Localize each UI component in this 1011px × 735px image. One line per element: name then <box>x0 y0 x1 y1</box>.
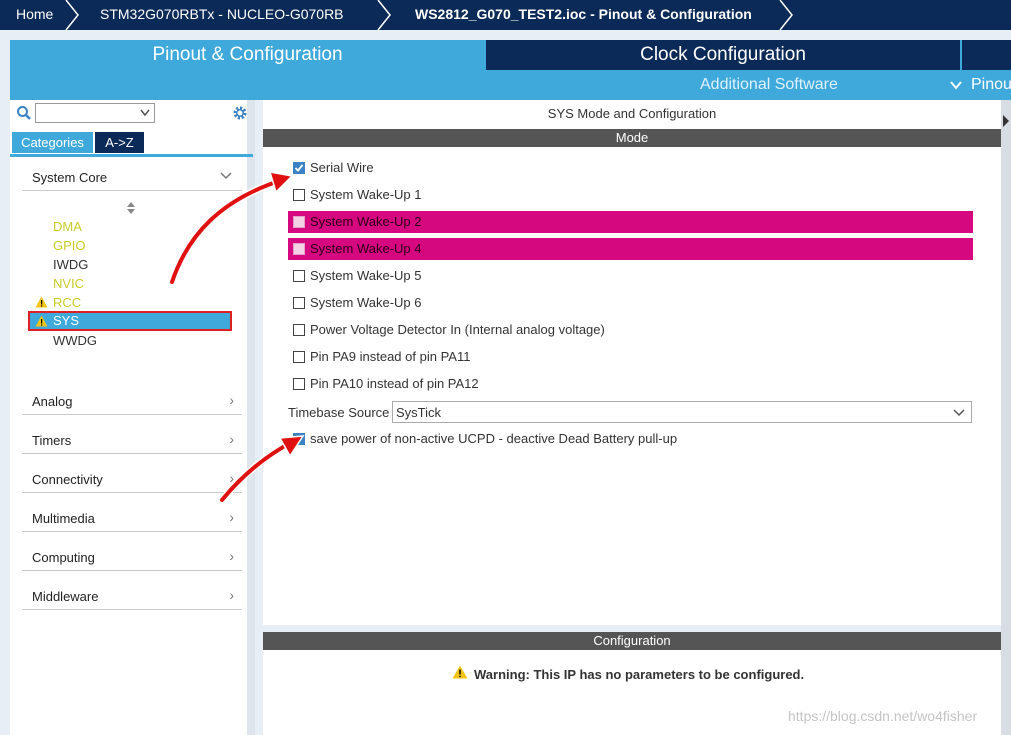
chevron-down-icon <box>220 172 232 180</box>
group-system-core[interactable]: System Core <box>22 166 242 191</box>
checkbox[interactable] <box>293 216 305 228</box>
option-label: System Wake-Up 1 <box>310 187 422 202</box>
sub-tab-bar: Additional Software Pinou <box>10 70 1011 100</box>
mode-header: Mode <box>263 129 1001 147</box>
check-icon <box>294 164 304 172</box>
warning-icon <box>35 315 48 327</box>
group-computing[interactable]: Computing › <box>22 546 242 571</box>
breadcrumb: Home STM32G070RBTx - NUCLEO-G070RB WS281… <box>0 0 1011 30</box>
breadcrumb-separator-icon <box>779 0 793 30</box>
group-connectivity[interactable]: Connectivity › <box>22 468 242 493</box>
breadcrumb-separator-icon <box>65 0 79 30</box>
group-label: Analog <box>32 394 73 409</box>
group-analog[interactable]: Analog › <box>22 390 242 415</box>
group-label: System Core <box>32 170 108 185</box>
chevron-right-icon: › <box>229 470 234 486</box>
ip-iwdg[interactable]: IWDG <box>53 257 88 272</box>
chevron-right-icon: › <box>229 548 234 564</box>
option-label: Power Voltage Detector In (Internal anal… <box>310 322 605 337</box>
group-label: Middleware <box>32 589 99 604</box>
group-timers[interactable]: Timers › <box>22 429 242 454</box>
checkbox[interactable] <box>293 297 305 309</box>
checkbox-checked[interactable] <box>293 162 305 174</box>
chevron-down-icon[interactable] <box>140 109 150 117</box>
option-label: Pin PA10 instead of pin PA12 <box>310 376 479 391</box>
tab-clock-configuration[interactable]: Clock Configuration <box>486 40 960 70</box>
chevron-right-icon: › <box>229 431 234 447</box>
additional-software-menu[interactable]: Additional Software <box>700 70 838 100</box>
category-panel: Categories A->Z System Core DMA GPIO IWD… <box>10 100 255 735</box>
warning-text: Warning: This IP has no parameters to be… <box>474 667 805 682</box>
chevron-right-icon: › <box>229 392 234 408</box>
category-tabs: Categories A->Z <box>10 132 253 157</box>
ip-gpio[interactable]: GPIO <box>53 238 86 253</box>
ip-dma[interactable]: DMA <box>53 219 82 234</box>
chevron-right-icon: › <box>229 587 234 603</box>
option-label: Pin PA9 instead of pin PA11 <box>310 349 471 364</box>
warning-icon <box>452 665 468 679</box>
timebase-source-select[interactable]: SysTick <box>392 401 972 423</box>
sys-config-panel: SYS Mode and Configuration Mode Serial W… <box>263 100 1001 625</box>
option-wakeup-4[interactable]: System Wake-Up 4 <box>288 238 973 260</box>
option-label: System Wake-Up 5 <box>310 268 422 283</box>
checkbox[interactable] <box>293 324 305 336</box>
tab-categories[interactable]: Categories <box>12 132 93 153</box>
watermark: https://blog.csdn.net/wo4fisher <box>788 708 978 724</box>
ip-sys: SYS <box>53 313 80 328</box>
panel-title: SYS Mode and Configuration <box>547 106 717 121</box>
checkbox[interactable] <box>293 378 305 390</box>
group-label: Connectivity <box>32 472 103 487</box>
option-label: save power of non-active UCPD - deactive… <box>310 431 678 446</box>
timebase-source-label: Timebase Source <box>288 405 390 420</box>
ip-wwdg[interactable]: WWDG <box>53 333 97 348</box>
group-label: Timers <box>32 433 72 448</box>
ip-rcc[interactable]: RCC <box>53 295 81 310</box>
gear-icon[interactable] <box>231 104 249 122</box>
group-label: Computing <box>32 550 95 565</box>
configuration-header: Configuration <box>263 632 1001 650</box>
option-label: System Wake-Up 6 <box>310 295 422 310</box>
chevron-down-icon <box>953 409 965 417</box>
tab-a-to-z[interactable]: A->Z <box>95 132 144 153</box>
pinout-menu[interactable]: Pinou <box>971 70 1011 100</box>
breadcrumb-board[interactable]: STM32G070RBTx - NUCLEO-G070RB <box>100 0 344 30</box>
group-label: Multimedia <box>32 511 95 526</box>
search-icon[interactable] <box>16 105 32 121</box>
checkbox[interactable] <box>293 351 305 363</box>
right-scrollbar[interactable] <box>1001 100 1011 735</box>
sort-icon[interactable] <box>126 201 136 215</box>
checkbox[interactable] <box>293 189 305 201</box>
check-icon <box>294 435 304 443</box>
chevron-right-icon: › <box>229 509 234 525</box>
group-multimedia[interactable]: Multimedia › <box>22 507 242 532</box>
checkbox-checked[interactable] <box>293 433 305 445</box>
breadcrumb-project[interactable]: WS2812_G070_TEST2.ioc - Pinout & Configu… <box>415 0 752 30</box>
ip-nvic[interactable]: NVIC <box>53 276 84 291</box>
ip-sys-selected[interactable]: SYS <box>28 311 232 331</box>
main-tab-bar: Pinout & Configuration Clock Configurati… <box>10 40 1011 100</box>
option-label: Serial Wire <box>310 160 374 175</box>
search-input[interactable] <box>35 103 155 123</box>
breadcrumb-home[interactable]: Home <box>16 0 53 30</box>
tab-overflow[interactable] <box>962 40 1011 70</box>
warning-icon <box>35 296 48 308</box>
option-wakeup-2[interactable]: System Wake-Up 2 <box>288 211 973 233</box>
breadcrumb-separator-icon <box>377 0 391 30</box>
checkbox[interactable] <box>293 243 305 255</box>
group-middleware[interactable]: Middleware › <box>22 585 242 610</box>
option-label: System Wake-Up 4 <box>310 241 422 256</box>
tab-pinout-configuration[interactable]: Pinout & Configuration <box>10 40 485 70</box>
timebase-source-value: SysTick <box>396 405 442 420</box>
option-label: System Wake-Up 2 <box>310 214 422 229</box>
chevron-down-icon[interactable] <box>950 80 962 90</box>
checkbox[interactable] <box>293 270 305 282</box>
chevron-right-icon[interactable] <box>1002 114 1010 128</box>
